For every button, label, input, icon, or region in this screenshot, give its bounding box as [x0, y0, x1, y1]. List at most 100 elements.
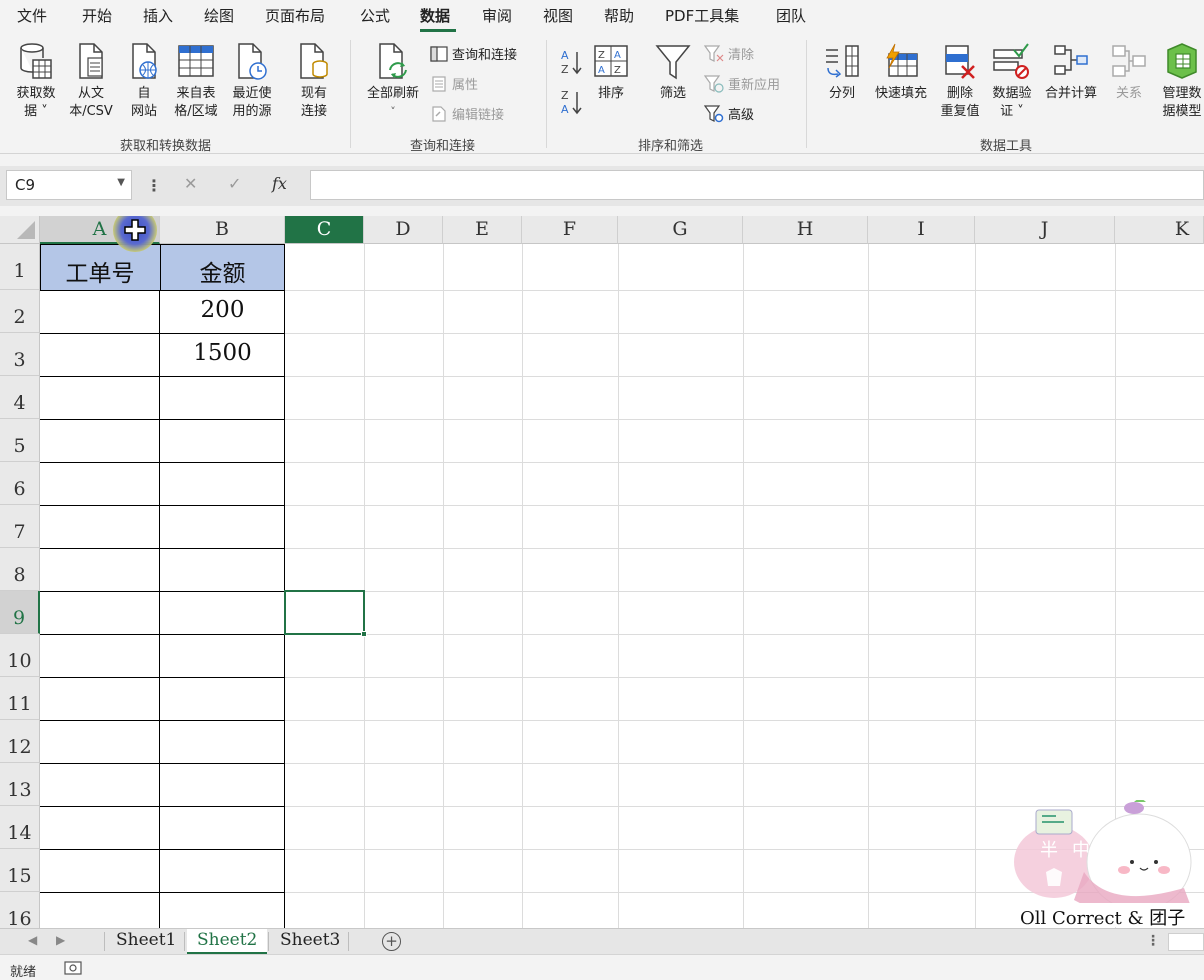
get-data-button[interactable]: 获取数 据 ˅: [10, 42, 62, 121]
menu-tab-draw[interactable]: 绘图: [204, 5, 234, 26]
sheet-tab-sheet1[interactable]: Sheet1: [106, 929, 186, 954]
table-border: [40, 634, 285, 635]
row-header-5[interactable]: 5: [0, 419, 40, 462]
consolidate-button[interactable]: 合并计算: [1040, 42, 1102, 103]
row-header-9[interactable]: 9: [0, 591, 40, 634]
sheet-tab-sheet2[interactable]: Sheet2: [187, 929, 268, 954]
group-separator: [350, 40, 351, 148]
row-header-11[interactable]: 11: [0, 677, 40, 720]
from-table-range-button[interactable]: 来自表 格/区域: [168, 42, 224, 121]
row-header-2[interactable]: 2: [0, 290, 40, 333]
clear-label: 清除: [728, 48, 755, 63]
more-options-icon[interactable]: ⋮: [146, 176, 162, 195]
fill-handle[interactable]: [361, 631, 367, 637]
cell-b2[interactable]: 200: [160, 297, 285, 323]
column-header-d[interactable]: D: [364, 216, 443, 244]
database-table-icon: [20, 43, 52, 79]
row-header-3[interactable]: 3: [0, 333, 40, 376]
filter-button[interactable]: 筛选: [652, 42, 694, 103]
manage-data-model-button[interactable]: 管理数 据模型: [1154, 42, 1204, 121]
recent-sources-button[interactable]: 最近使 用的源: [226, 42, 278, 121]
sort-button[interactable]: Z A A Z 排序: [590, 42, 632, 103]
menu-tab-formulas[interactable]: 公式: [360, 5, 390, 26]
data-validation-button[interactable]: 数据验 证 ˅: [986, 42, 1038, 121]
horizontal-scrollbar[interactable]: [1168, 933, 1204, 951]
column-header-c[interactable]: C: [285, 216, 364, 244]
formula-input[interactable]: [310, 170, 1204, 200]
cell-a1[interactable]: 工单号: [40, 254, 160, 288]
flash-fill-button[interactable]: 快速填充: [868, 42, 934, 103]
row-header-4[interactable]: 4: [0, 376, 40, 419]
menu-tab-home[interactable]: 开始: [82, 5, 112, 26]
menu-tab-page-layout[interactable]: 页面布局: [265, 5, 325, 26]
gridline: [743, 244, 744, 928]
accessibility-icon[interactable]: [64, 961, 82, 975]
from-text-label: 从文 本/CSV: [69, 86, 113, 119]
column-header-i[interactable]: I: [868, 216, 975, 244]
edit-links-button[interactable]: 编辑链接: [430, 104, 504, 123]
reapply-filter-button[interactable]: 重新应用: [704, 74, 780, 93]
menu-tab-view[interactable]: 视图: [543, 5, 573, 26]
row-header-1[interactable]: 1: [0, 244, 40, 290]
from-web-label: 自 网站: [130, 86, 157, 119]
more-options-icon[interactable]: ⋮: [1146, 933, 1160, 949]
row-header-10[interactable]: 10: [0, 634, 40, 677]
cell-b3[interactable]: 1500: [160, 340, 285, 366]
sheet-tab-sheet3[interactable]: Sheet3: [270, 929, 350, 954]
cell-b1[interactable]: 金额: [160, 254, 285, 288]
properties-button[interactable]: 属性: [430, 74, 478, 93]
menu-tab-data[interactable]: 数据: [420, 5, 450, 26]
reapply-label: 重新应用: [728, 78, 781, 93]
queries-connections-button[interactable]: 查询和连接: [430, 44, 517, 63]
column-header-e[interactable]: E: [443, 216, 522, 244]
column-header-b[interactable]: B: [160, 216, 285, 244]
text-to-columns-label: 分列: [828, 86, 855, 101]
group-separator: [546, 40, 547, 148]
column-header-f[interactable]: F: [522, 216, 618, 244]
insert-function-icon[interactable]: fx: [272, 174, 287, 193]
sort-dialog-icon: Z A A Z: [594, 45, 628, 77]
text-to-columns-button[interactable]: 分列: [818, 42, 866, 103]
column-header-j[interactable]: J: [975, 216, 1115, 244]
menu-tab-pdf-tools[interactable]: PDF工具集: [665, 5, 739, 26]
row-header-12[interactable]: 12: [0, 720, 40, 763]
enter-icon[interactable]: ✓: [228, 174, 241, 193]
menu-tab-insert[interactable]: 插入: [143, 5, 173, 26]
menu-tab-review[interactable]: 审阅: [482, 5, 512, 26]
row-header-16[interactable]: 16: [0, 892, 40, 928]
sort-a-to-z-button[interactable]: A Z: [560, 48, 584, 76]
selected-cell-c9[interactable]: [284, 590, 365, 635]
relationships-button[interactable]: 关系: [1108, 42, 1150, 103]
column-header-g[interactable]: G: [618, 216, 743, 244]
row-header-6[interactable]: 6: [0, 462, 40, 505]
advanced-filter-button[interactable]: 高级: [704, 104, 754, 123]
cancel-icon[interactable]: ✕: [184, 174, 197, 193]
tab-scroll-left-icon[interactable]: ◀: [28, 933, 37, 947]
row-header-14[interactable]: 14: [0, 806, 40, 849]
sort-z-to-a-button[interactable]: Z A: [560, 88, 584, 116]
menu-tab-help[interactable]: 帮助: [604, 5, 634, 26]
row-header-15[interactable]: 15: [0, 849, 40, 892]
table-border: [40, 591, 285, 592]
existing-connections-button[interactable]: 现有 连接: [292, 42, 336, 121]
refresh-all-button[interactable]: 全部刷新 ˅: [360, 42, 426, 121]
svg-text:半: 半: [1040, 840, 1058, 861]
name-box[interactable]: C9 ▼: [6, 170, 132, 200]
menu-tab-team[interactable]: 团队: [776, 5, 806, 26]
tab-scroll-right-icon[interactable]: ▶: [56, 933, 65, 947]
remove-duplicates-button[interactable]: 删除 重复值: [936, 42, 984, 121]
gridline: [364, 244, 365, 928]
column-header-k[interactable]: K: [1115, 216, 1204, 244]
add-sheet-icon[interactable]: +: [382, 932, 401, 951]
column-header-h[interactable]: H: [743, 216, 868, 244]
row-header-13[interactable]: 13: [0, 763, 40, 806]
clear-filter-button[interactable]: 清除: [704, 44, 754, 63]
from-web-button[interactable]: 自 网站: [122, 42, 166, 121]
row-header-7[interactable]: 7: [0, 505, 40, 548]
from-text-csv-button[interactable]: 从文 本/CSV: [64, 42, 118, 121]
select-all-corner[interactable]: [0, 216, 40, 244]
row-header-8[interactable]: 8: [0, 548, 40, 591]
chevron-down-icon[interactable]: ▼: [117, 177, 125, 188]
select-all-triangle-icon: [17, 221, 35, 239]
menu-tab-file[interactable]: 文件: [17, 5, 47, 26]
